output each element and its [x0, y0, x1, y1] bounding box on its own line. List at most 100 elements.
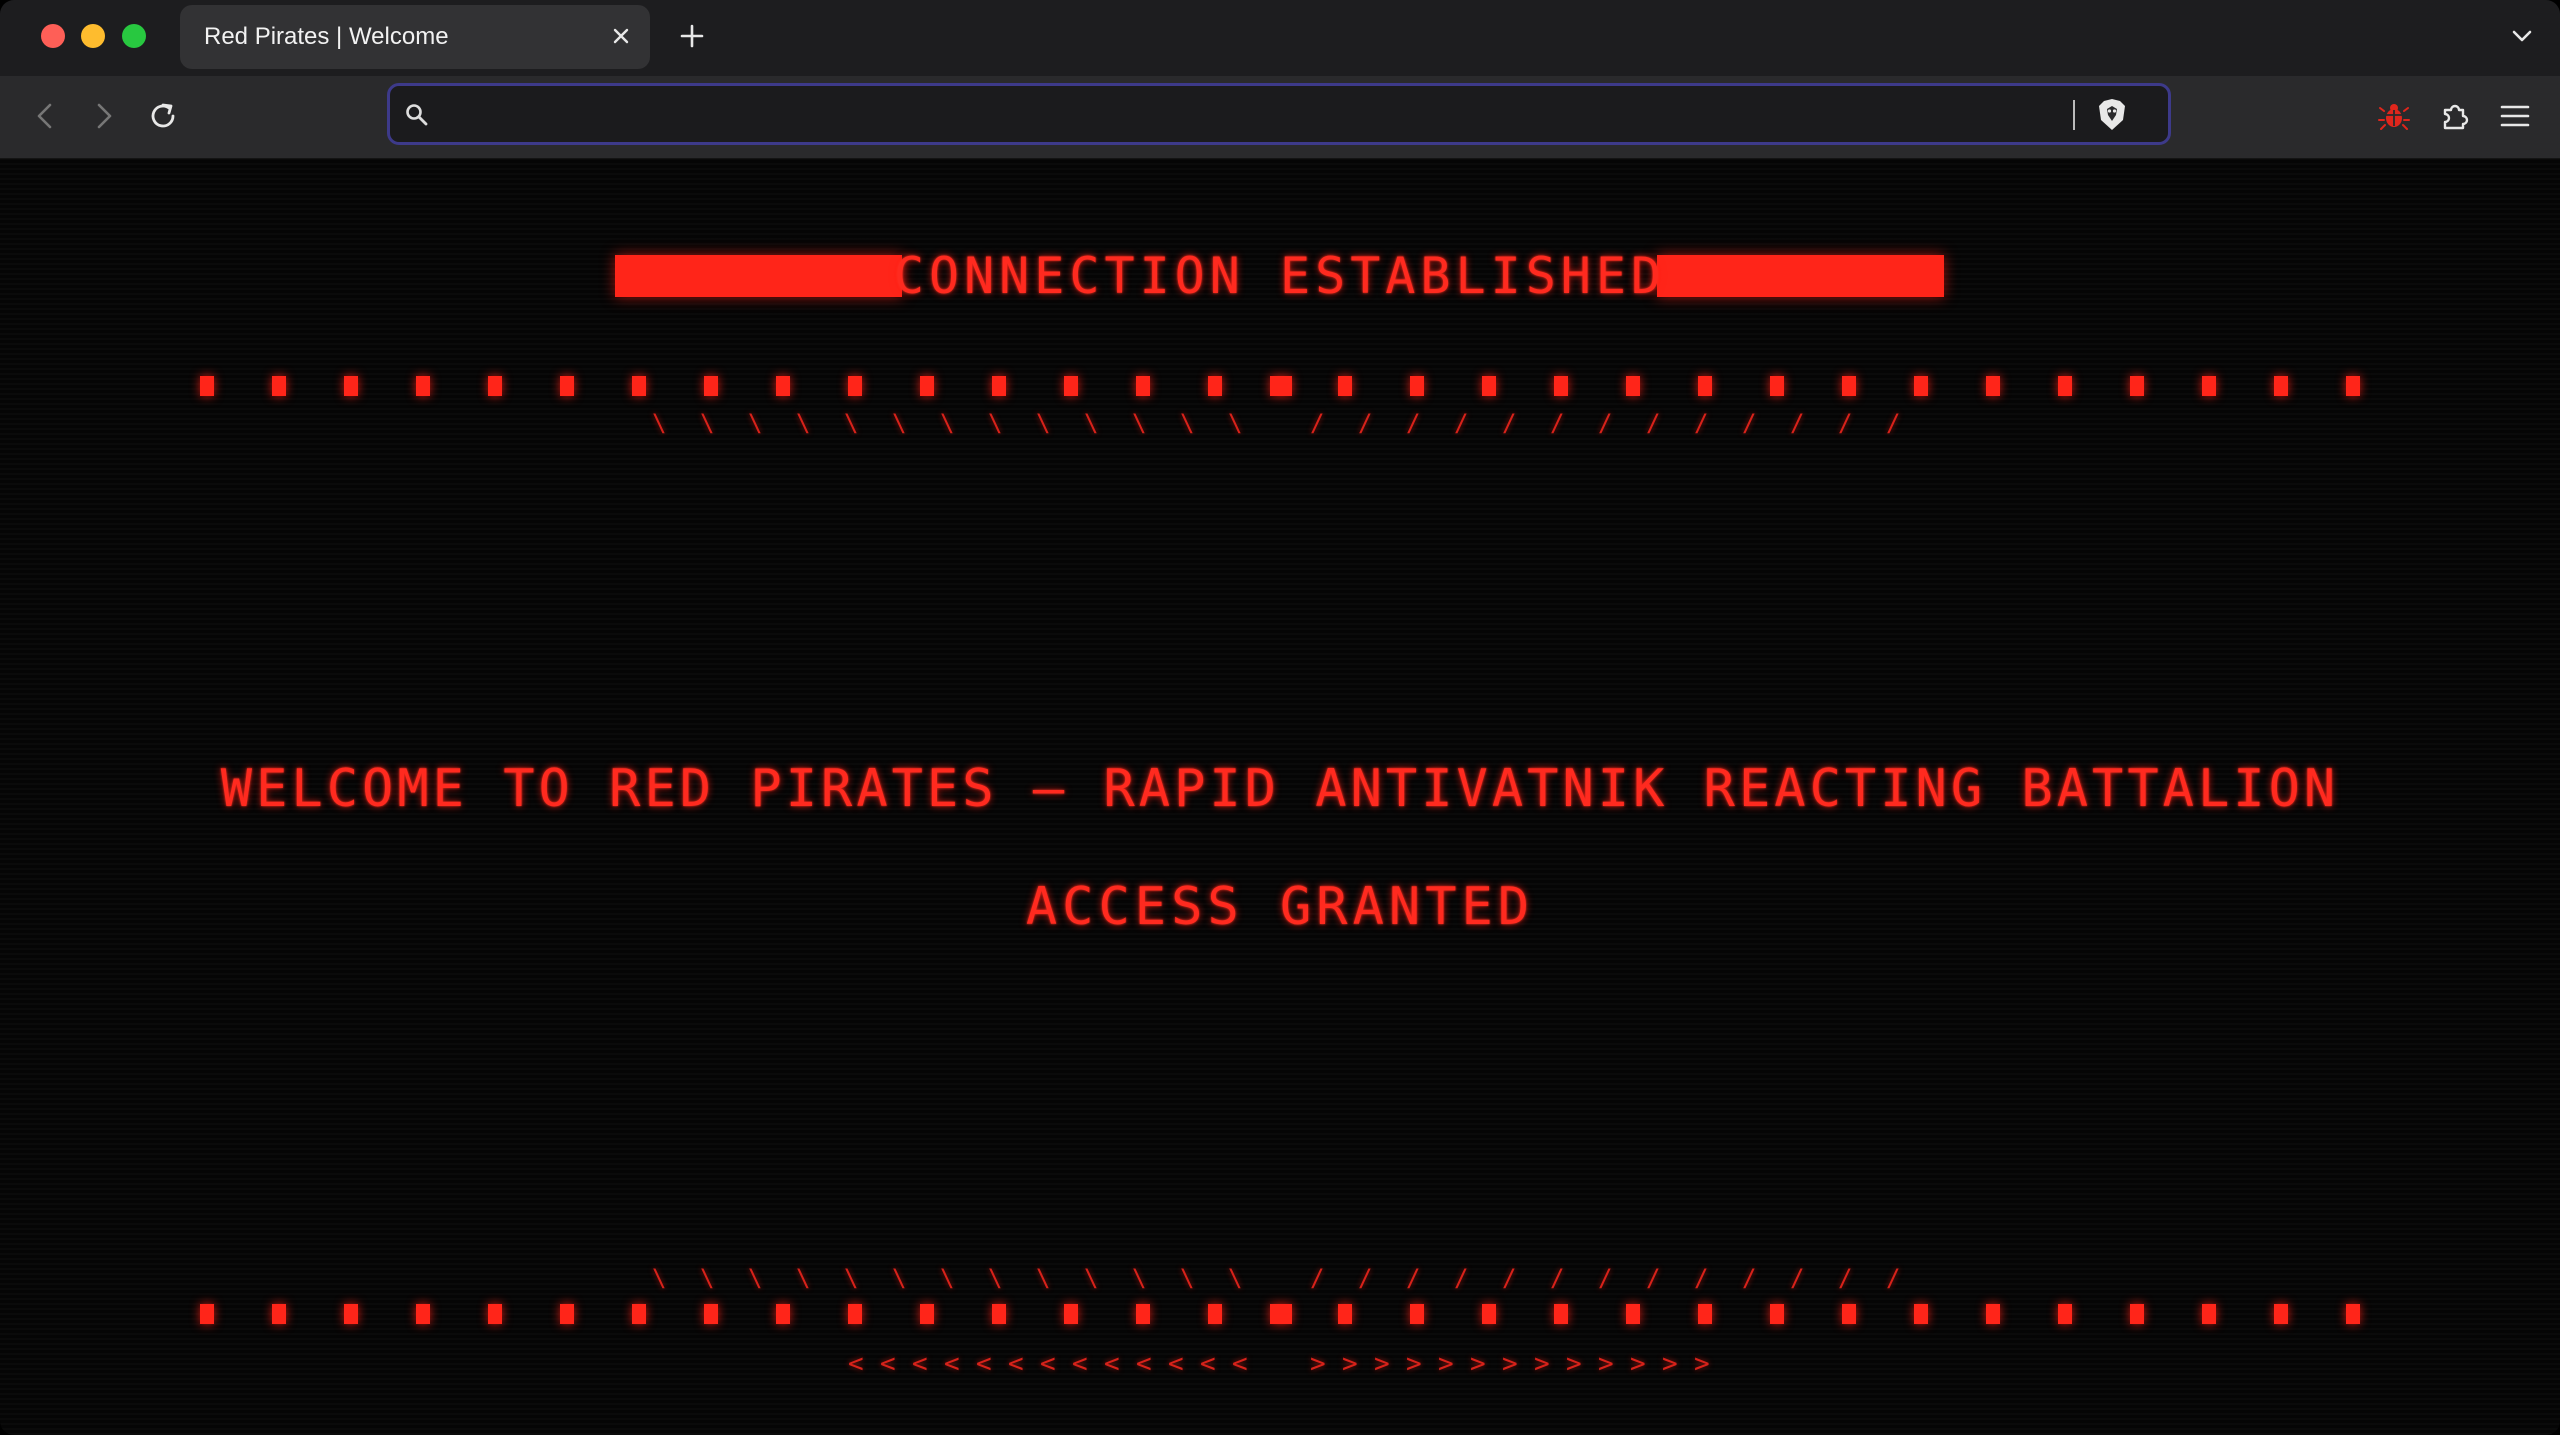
forward-icon[interactable] [84, 96, 124, 136]
close-icon[interactable] [606, 21, 636, 51]
dot-marker [344, 376, 358, 396]
slash-mark: / [1598, 409, 1613, 437]
slash-mark: / [1358, 1264, 1373, 1292]
dot-marker [2346, 1304, 2360, 1324]
left-chevron-mark: < [1072, 1349, 1088, 1379]
slash-mark: / [1550, 409, 1565, 437]
chevron-down-icon[interactable] [2508, 22, 2536, 50]
left-chevron-mark: < [912, 1349, 928, 1379]
left-chevron-mark: < [976, 1349, 992, 1379]
backslash-mark: \ [1132, 1264, 1147, 1292]
slash-mark: / [1742, 409, 1757, 437]
left-chevron-mark: < [1136, 1349, 1152, 1379]
bug-extension-icon[interactable] [2376, 98, 2412, 134]
dot-marker [488, 376, 502, 396]
dot-marker [1986, 1304, 2000, 1324]
right-chevron-mark: > [1502, 1349, 1518, 1379]
right-chevron-mark: > [1406, 1349, 1422, 1379]
dot-marker [560, 1304, 574, 1324]
backslash-mark: \ [652, 1264, 667, 1292]
dot-marker [1136, 376, 1150, 396]
slash-mark: / [1358, 409, 1373, 437]
dot-marker [1208, 1304, 1222, 1324]
dot-marker [1698, 1304, 1712, 1324]
dot-marker [2202, 1304, 2216, 1324]
dot-marker [416, 376, 430, 396]
dot-marker [200, 376, 214, 396]
right-chevron-mark: > [1630, 1349, 1646, 1379]
backslash-mark: \ [844, 409, 859, 437]
reload-icon[interactable] [143, 96, 183, 136]
dot-marker [1914, 376, 1928, 396]
address-bar[interactable] [387, 83, 2171, 145]
dot-marker [1136, 1304, 1150, 1324]
dot-marker [848, 376, 862, 396]
backslash-mark: \ [940, 409, 955, 437]
dot-marker [2058, 1304, 2072, 1324]
dot-marker [416, 1304, 430, 1324]
url-divider [2073, 100, 2075, 130]
dot-marker [1554, 376, 1568, 396]
slash-mark: / [1838, 409, 1853, 437]
dot-marker [2274, 376, 2288, 396]
backslash-mark: \ [844, 1264, 859, 1292]
dot-marker [560, 376, 574, 396]
page-content: CONNECTION ESTABLISHED \ \ \ \ \ \ \ \ \ \ \ \ \ / / / /… [0, 159, 2560, 1435]
right-chevron-mark: > [1598, 1349, 1614, 1379]
left-chevron-mark: < [1168, 1349, 1184, 1379]
dot-marker [344, 1304, 358, 1324]
backslash-mark: \ [796, 1264, 811, 1292]
dot-marker [1626, 1304, 1640, 1324]
left-chevron-mark: < [1232, 1349, 1248, 1379]
slash-mark: / [1454, 1264, 1469, 1292]
window-maximize-button[interactable] [122, 24, 146, 48]
dot-row-top [0, 376, 2560, 400]
left-chevron-mark: < [1040, 1349, 1056, 1379]
dot-marker [1482, 1304, 1496, 1324]
slash-mark: / [1502, 409, 1517, 437]
slash-mark: / [1406, 1264, 1421, 1292]
backslash-mark: \ [1036, 409, 1051, 437]
dot-marker [1482, 376, 1496, 396]
backslash-mark: \ [892, 1264, 907, 1292]
dot-marker [992, 376, 1006, 396]
slash-mark: / [1310, 1264, 1325, 1292]
backslash-mark: \ [1084, 409, 1099, 437]
menu-icon[interactable] [2497, 98, 2533, 134]
right-chevron-mark: > [1534, 1349, 1550, 1379]
dot-marker [2274, 1304, 2288, 1324]
dot-marker [1770, 1304, 1784, 1324]
backslash-mark: \ [1084, 1264, 1099, 1292]
dot-marker [1842, 376, 1856, 396]
dot-marker [1064, 1304, 1078, 1324]
back-icon[interactable] [25, 96, 65, 136]
window-minimize-button[interactable] [81, 24, 105, 48]
slash-mark: / [1694, 409, 1709, 437]
slash-mark: / [1646, 1264, 1661, 1292]
brave-shield-icon[interactable] [2094, 96, 2130, 134]
backslash-mark: \ [892, 409, 907, 437]
dot-marker [1338, 1304, 1352, 1324]
left-chevron-mark: < [1104, 1349, 1120, 1379]
right-chevron-mark: > [1374, 1349, 1390, 1379]
left-chevron-mark: < [1200, 1349, 1216, 1379]
backslash-mark: \ [652, 409, 667, 437]
dot-marker [272, 1304, 286, 1324]
dot-marker [1626, 376, 1640, 396]
tab-active[interactable]: Red Pirates | Welcome [180, 5, 650, 69]
window-close-button[interactable] [41, 24, 65, 48]
url-input[interactable] [446, 94, 2050, 136]
dot-marker [704, 1304, 718, 1324]
access-granted-text: ACCESS GRANTED [1025, 877, 1535, 937]
tab-bar: Red Pirates | Welcome [0, 0, 2560, 76]
slash-mark: / [1838, 1264, 1853, 1292]
plus-icon[interactable] [676, 20, 708, 52]
backslash-mark: \ [748, 1264, 763, 1292]
dot-marker [1338, 376, 1352, 396]
slash-row-bottom: \ \ \ \ \ \ \ \ \ \ \ \ \ / / / / / / / / / / / / / [0, 1264, 2560, 1292]
dot-marker [1208, 376, 1222, 396]
puzzle-icon[interactable] [2437, 98, 2473, 134]
slash-mark: / [1646, 409, 1661, 437]
right-chevron-mark: > [1694, 1349, 1710, 1379]
backslash-mark: \ [988, 409, 1003, 437]
